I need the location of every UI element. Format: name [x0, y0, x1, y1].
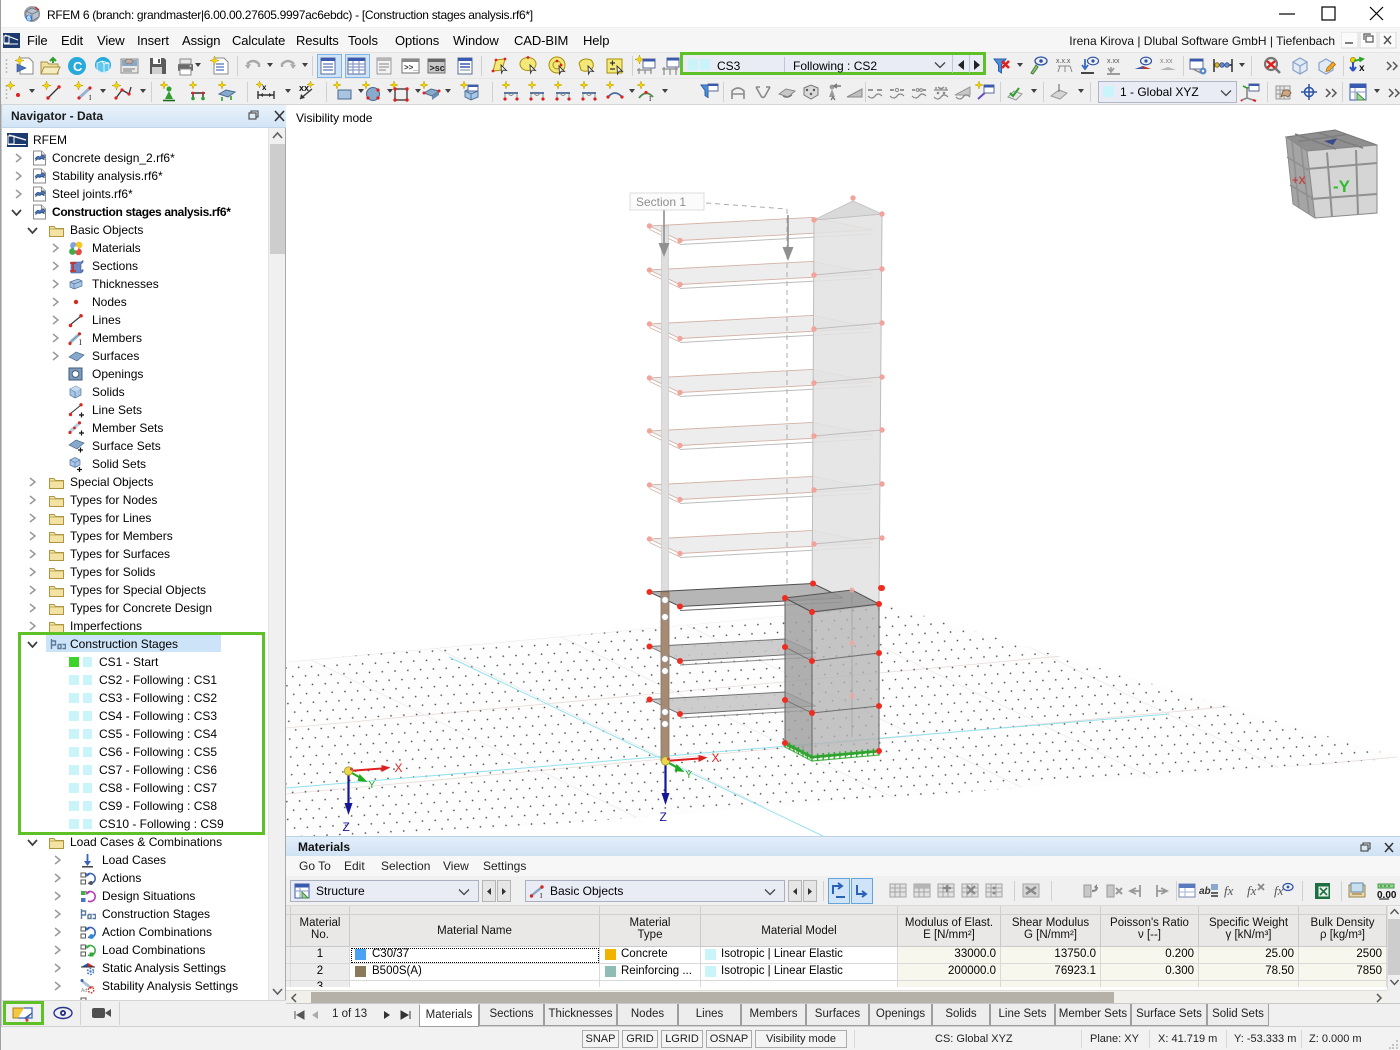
svg-text:x.xx: x.xx [1160, 58, 1173, 65]
svg-text:I: I [89, 94, 92, 102]
svg-text:6: 6 [27, 16, 31, 23]
svg-text:>sc: >sc [430, 63, 445, 73]
svg-text:+X: +X [1292, 175, 1306, 187]
svg-text:Z: Z [343, 820, 350, 834]
svg-text:Y: Y [686, 770, 693, 781]
svg-text:I: I [79, 338, 82, 347]
svg-text:I: I [540, 892, 543, 899]
svg-text:X: X [712, 751, 720, 765]
svg-text:X: X [395, 761, 403, 775]
svg-text:Section 1: Section 1 [636, 195, 686, 209]
svg-text:Z: Z [660, 810, 667, 824]
svg-text:ab: ab [1199, 886, 1211, 897]
svg-text:-Y: -Y [1333, 177, 1351, 196]
svg-text:Y: Y [369, 780, 376, 791]
svg-text:x: x [1359, 63, 1365, 74]
svg-text:fx: fx [1274, 883, 1284, 898]
svg-text:fx: fx [1224, 883, 1234, 898]
svg-text:Ad: Ad [81, 988, 87, 994]
svg-text:>>_: >>_ [404, 63, 418, 72]
svg-text:x.xx: x.xx [1107, 58, 1120, 65]
svg-text:fx: fx [1247, 883, 1257, 898]
svg-text:C: C [73, 59, 83, 74]
svg-text:x.x.x: x.x.x [1056, 58, 1071, 65]
